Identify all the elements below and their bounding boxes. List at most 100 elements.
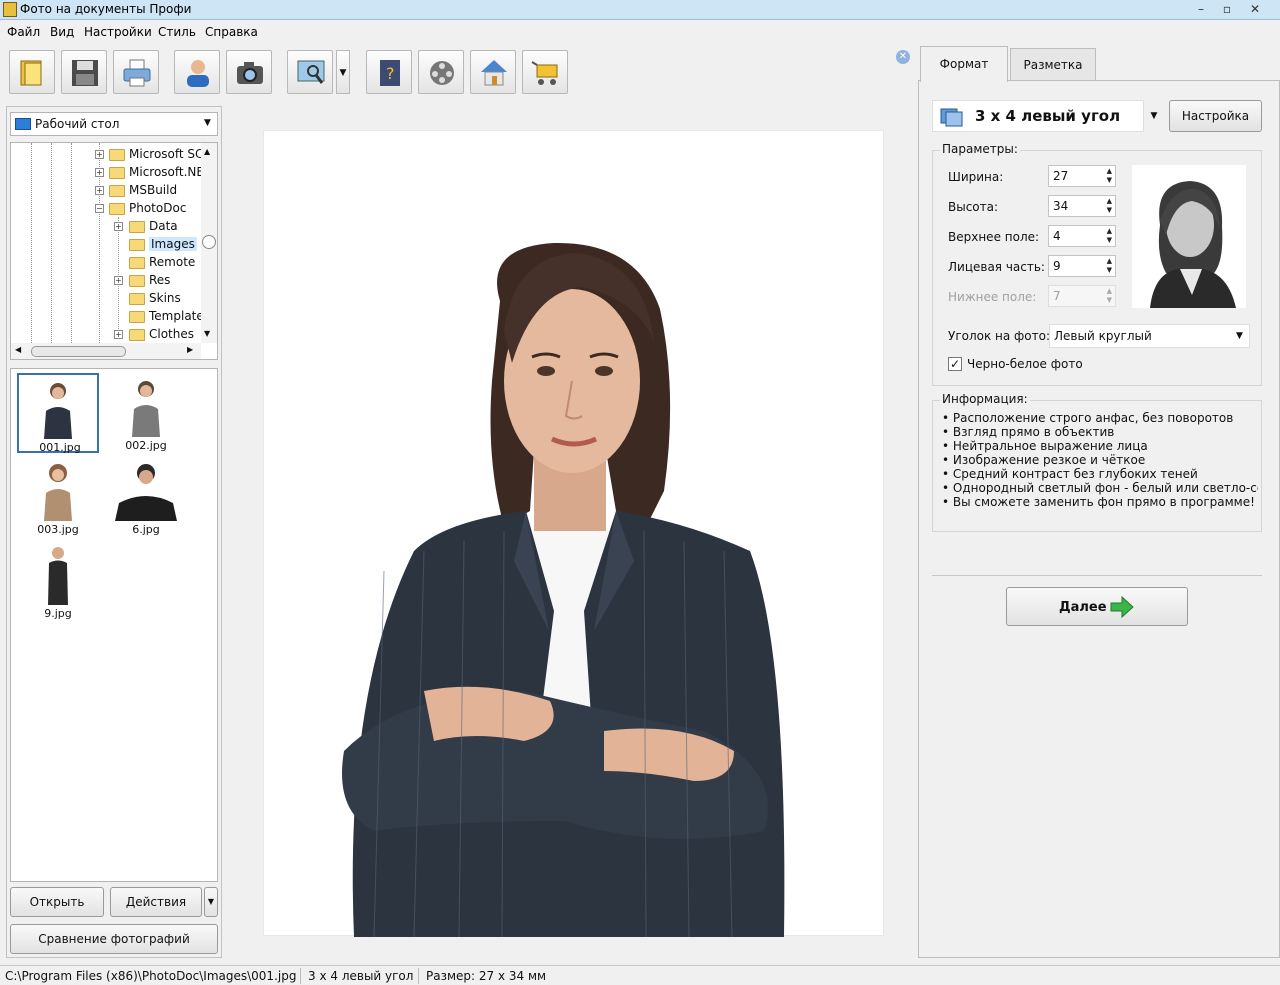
bw-label: Черно-белое фото: [967, 357, 1083, 371]
tree-item[interactable]: Res: [129, 271, 170, 289]
thumbnail-item[interactable]: 002.jpg: [105, 373, 187, 453]
status-bar: C:\Program Files (x86)\PhotoDoc\Images\0…: [0, 965, 1280, 985]
info-item: • Изображение резкое и чёткое: [942, 453, 1146, 467]
info-item: • Расположение строго анфас, без поворот…: [942, 411, 1234, 425]
photo-thumbnail: [44, 464, 72, 521]
cart-button[interactable]: [522, 50, 568, 94]
tree-item[interactable]: Microsoft SC: [109, 145, 203, 163]
top-margin-input[interactable]: 4 ▲ ▼: [1048, 225, 1116, 247]
print-button[interactable]: [113, 50, 159, 94]
actions-button[interactable]: Действия: [110, 887, 202, 917]
tab-layout[interactable]: Разметка: [1010, 48, 1096, 80]
status-path: C:\Program Files (x86)\PhotoDoc\Images\0…: [5, 969, 297, 983]
save-button[interactable]: [61, 50, 107, 94]
tree-hscrollbar[interactable]: ◀ ▶: [11, 343, 201, 359]
save-icon: [72, 60, 98, 86]
folder-icon: [109, 148, 125, 161]
chevron-down-icon: ▼: [204, 118, 211, 128]
tree-item[interactable]: Microsoft.NE: [109, 163, 204, 181]
tree-item[interactable]: Skins: [129, 289, 181, 307]
scroll-thumb[interactable]: [202, 235, 216, 249]
spinner-icon[interactable]: ▲ ▼: [1107, 197, 1112, 215]
collapse-icon[interactable]: −: [95, 204, 104, 213]
corner-select[interactable]: Левый круглый ▼: [1049, 324, 1250, 348]
help-button[interactable]: ?: [366, 50, 412, 94]
thumbnail-item[interactable]: 6.jpg: [105, 457, 187, 537]
info-item: • Однородный светлый фон - белый или све…: [942, 481, 1258, 495]
menu-settings[interactable]: Настройки: [84, 25, 152, 39]
tree-item[interactable]: PhotoDoc: [109, 199, 186, 217]
user-button[interactable]: [174, 50, 220, 94]
spinner-icon[interactable]: ▲ ▼: [1107, 257, 1112, 275]
width-label: Ширина:: [948, 170, 1004, 184]
info-title: Информация:: [940, 392, 1030, 406]
info-item: • Нейтральное выражение лица: [942, 439, 1148, 453]
image-edit-button[interactable]: [287, 50, 333, 94]
tree-item[interactable]: Remote: [129, 253, 195, 271]
actions-dropdown[interactable]: ▼: [204, 887, 218, 917]
close-icon[interactable]: ✕: [1242, 0, 1268, 18]
open-file-button[interactable]: Открыть: [10, 887, 104, 917]
tree-item[interactable]: MSBuild: [109, 181, 177, 199]
expand-icon[interactable]: +: [95, 186, 104, 195]
menu-help[interactable]: Справка: [205, 25, 258, 39]
status-size: Размер: 27 x 34 мм: [426, 969, 547, 983]
tab-format[interactable]: Формат: [920, 46, 1008, 82]
menu-view[interactable]: Вид: [50, 25, 74, 39]
minimize-icon[interactable]: –: [1188, 0, 1214, 18]
title-bar: Фото на документы Профи – ▫ ✕: [0, 0, 1280, 20]
info-list: • Расположение строго анфас, без поворот…: [942, 411, 1258, 509]
spinner-icon: ▲ ▼: [1106, 287, 1112, 304]
bw-preview-image: [1132, 165, 1246, 308]
expand-icon[interactable]: +: [95, 150, 104, 159]
cart-icon: [531, 61, 558, 85]
folder-icon: [129, 274, 145, 287]
thumbnail-item[interactable]: 001.jpg: [17, 373, 99, 454]
maximize-icon[interactable]: ▫: [1214, 0, 1240, 18]
expand-icon[interactable]: +: [114, 276, 123, 285]
tree-item[interactable]: Clothes: [129, 325, 194, 343]
close-panel-icon[interactable]: ✕: [896, 50, 910, 64]
format-settings-button[interactable]: Настройка: [1169, 100, 1262, 132]
chevron-down-icon: ▼: [1236, 331, 1243, 341]
menu-file[interactable]: Файл: [7, 25, 40, 39]
home-button[interactable]: [470, 50, 516, 94]
tree-item[interactable]: Template: [129, 307, 201, 325]
spinner-icon[interactable]: ▲ ▼: [1107, 227, 1112, 245]
photo-preview[interactable]: [263, 130, 884, 938]
folder-icon: [109, 166, 125, 179]
app-icon: [3, 2, 17, 17]
open-button[interactable]: [9, 50, 55, 94]
next-button[interactable]: Далее: [1006, 587, 1188, 626]
menu-style[interactable]: Стиль: [158, 25, 196, 39]
compare-photos-button[interactable]: Сравнение фотографий: [10, 924, 218, 954]
thumbnail-item[interactable]: 9.jpg: [17, 541, 99, 621]
folder-tree[interactable]: Microsoft SC + Microsoft.NE + MSBuild + …: [10, 142, 218, 360]
camera-button[interactable]: [226, 50, 272, 94]
expand-icon[interactable]: +: [114, 330, 123, 339]
width-input[interactable]: 27 ▲ ▼: [1048, 165, 1116, 187]
location-dropdown[interactable]: Рабочий стол ▼: [10, 112, 218, 136]
params-title: Параметры:: [940, 142, 1020, 156]
film-button[interactable]: [418, 50, 464, 94]
height-input[interactable]: 34 ▲ ▼: [1048, 195, 1116, 217]
svg-text:?: ?: [386, 64, 395, 83]
tree-item[interactable]: Data: [129, 217, 178, 235]
portrait-thumbnail: [1150, 181, 1236, 308]
image-edit-dropdown[interactable]: ▼: [336, 50, 350, 94]
open-icon: [20, 60, 42, 86]
bw-checkbox[interactable]: ✓: [948, 357, 962, 371]
folder-icon: [129, 310, 145, 323]
top-margin-label: Верхнее поле:: [948, 230, 1040, 244]
thumbnail-list[interactable]: 001.jpg 002.jpg 003.jpg 6.jpg 9.jpg: [10, 368, 218, 882]
face-part-input[interactable]: 9 ▲ ▼: [1048, 255, 1116, 277]
spinner-icon[interactable]: ▲ ▼: [1107, 167, 1112, 185]
format-preset-select[interactable]: 3 x 4 левый угол: [932, 100, 1144, 132]
thumbnail-item[interactable]: 003.jpg: [17, 457, 99, 537]
expand-icon[interactable]: +: [114, 222, 123, 231]
expand-icon[interactable]: +: [95, 168, 104, 177]
info-item: • Взгляд прямо в объектив: [942, 425, 1115, 439]
tree-item-selected[interactable]: Images: [129, 235, 197, 253]
film-icon: [430, 61, 454, 85]
format-preset-dropdown[interactable]: ▼: [1146, 100, 1162, 132]
